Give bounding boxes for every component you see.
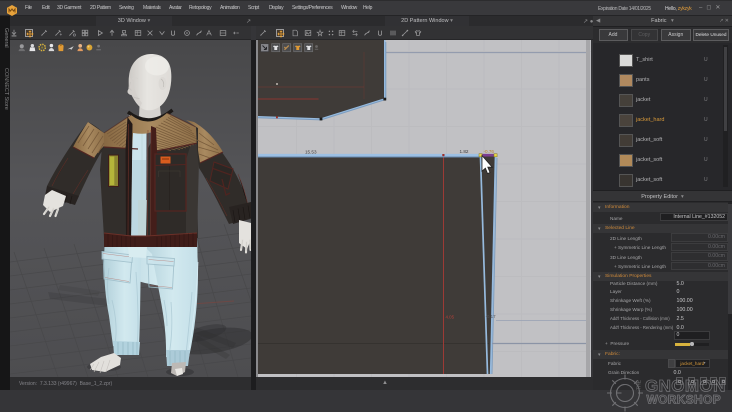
svg-text:1.82: 1.82	[460, 149, 469, 154]
svg-text:WORKSHOP: WORKSHOP	[647, 393, 721, 407]
svg-text:4.05: 4.05	[446, 315, 455, 320]
svg-text:15.53: 15.53	[305, 150, 317, 155]
svg-text:-0.76: -0.76	[484, 149, 495, 154]
svg-text:THE: THE	[637, 379, 643, 390]
svg-text:-0.17: -0.17	[486, 314, 497, 319]
